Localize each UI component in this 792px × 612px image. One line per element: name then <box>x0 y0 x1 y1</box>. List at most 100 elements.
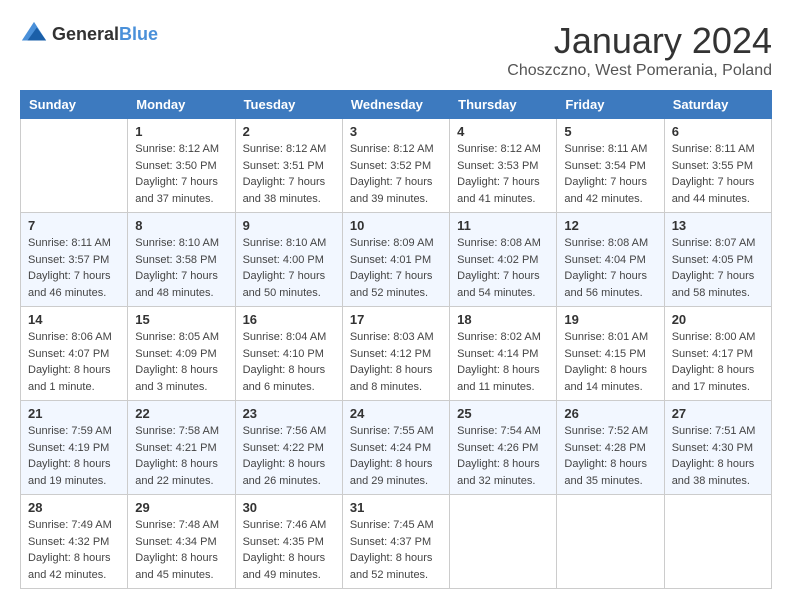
day-info: Sunrise: 8:05 AM Sunset: 4:09 PM Dayligh… <box>135 329 227 395</box>
day-info: Sunrise: 7:46 AM Sunset: 4:35 PM Dayligh… <box>243 517 335 583</box>
day-number: 21 <box>28 406 120 421</box>
calendar-cell: 14 Sunrise: 8:06 AM Sunset: 4:07 PM Dayli… <box>21 307 128 401</box>
day-info: Sunrise: 7:59 AM Sunset: 4:19 PM Dayligh… <box>28 423 120 489</box>
day-number: 17 <box>350 312 442 327</box>
calendar-cell: 25 Sunrise: 7:54 AM Sunset: 4:26 PM Dayli… <box>450 401 557 495</box>
day-number: 8 <box>135 218 227 233</box>
day-number: 26 <box>564 406 656 421</box>
calendar-cell: 27 Sunrise: 7:51 AM Sunset: 4:30 PM Dayli… <box>664 401 771 495</box>
day-number: 25 <box>457 406 549 421</box>
day-number: 30 <box>243 500 335 515</box>
day-info: Sunrise: 8:06 AM Sunset: 4:07 PM Dayligh… <box>28 329 120 395</box>
day-number: 24 <box>350 406 442 421</box>
day-number: 13 <box>672 218 764 233</box>
day-number: 4 <box>457 124 549 139</box>
calendar-cell <box>557 495 664 589</box>
day-number: 22 <box>135 406 227 421</box>
day-info: Sunrise: 8:09 AM Sunset: 4:01 PM Dayligh… <box>350 235 442 301</box>
calendar-cell: 20Sunrise: 8:00 AM Sunset: 4:17 PM Dayli… <box>664 307 771 401</box>
calendar-cell: 8 Sunrise: 8:10 AM Sunset: 3:58 PM Daylig… <box>128 213 235 307</box>
column-header-friday: Friday <box>557 91 664 119</box>
day-number: 7 <box>28 218 120 233</box>
day-number: 2 <box>243 124 335 139</box>
day-number: 9 <box>243 218 335 233</box>
day-number: 3 <box>350 124 442 139</box>
day-number: 27 <box>672 406 764 421</box>
day-number: 31 <box>350 500 442 515</box>
calendar-cell: 3 Sunrise: 8:12 AM Sunset: 3:52 PM Daylig… <box>342 119 449 213</box>
calendar-cell: 12 Sunrise: 8:08 AM Sunset: 4:04 PM Dayli… <box>557 213 664 307</box>
day-number: 5 <box>564 124 656 139</box>
calendar-week-row: 28 Sunrise: 7:49 AM Sunset: 4:32 PM Dayli… <box>21 495 772 589</box>
calendar-cell: 24 Sunrise: 7:55 AM Sunset: 4:24 PM Dayli… <box>342 401 449 495</box>
day-info: Sunrise: 7:52 AM Sunset: 4:28 PM Dayligh… <box>564 423 656 489</box>
day-number: 28 <box>28 500 120 515</box>
day-info: Sunrise: 8:00 AM Sunset: 4:17 PM Dayligh… <box>672 329 764 395</box>
page-header: GeneralBlue January 2024 Choszczno, West… <box>20 20 772 80</box>
calendar-cell: 2 Sunrise: 8:12 AM Sunset: 3:51 PM Daylig… <box>235 119 342 213</box>
calendar-week-row: 1 Sunrise: 8:12 AM Sunset: 3:50 PM Daylig… <box>21 119 772 213</box>
calendar-table: SundayMondayTuesdayWednesdayThursdayFrid… <box>20 90 772 589</box>
column-header-wednesday: Wednesday <box>342 91 449 119</box>
column-header-sunday: Sunday <box>21 91 128 119</box>
calendar-cell: 17 Sunrise: 8:03 AM Sunset: 4:12 PM Dayli… <box>342 307 449 401</box>
logo-blue: Blue <box>119 24 158 44</box>
day-info: Sunrise: 7:45 AM Sunset: 4:37 PM Dayligh… <box>350 517 442 583</box>
calendar-cell: 16 Sunrise: 8:04 AM Sunset: 4:10 PM Dayli… <box>235 307 342 401</box>
calendar-cell: 15Sunrise: 8:05 AM Sunset: 4:09 PM Dayli… <box>128 307 235 401</box>
day-info: Sunrise: 8:08 AM Sunset: 4:04 PM Dayligh… <box>564 235 656 301</box>
calendar-week-row: 21 Sunrise: 7:59 AM Sunset: 4:19 PM Dayli… <box>21 401 772 495</box>
column-header-monday: Monday <box>128 91 235 119</box>
day-info: Sunrise: 8:12 AM Sunset: 3:52 PM Dayligh… <box>350 141 442 207</box>
calendar-week-row: 14 Sunrise: 8:06 AM Sunset: 4:07 PM Dayli… <box>21 307 772 401</box>
day-info: Sunrise: 8:12 AM Sunset: 3:51 PM Dayligh… <box>243 141 335 207</box>
day-info: Sunrise: 8:08 AM Sunset: 4:02 PM Dayligh… <box>457 235 549 301</box>
logo-text: GeneralBlue <box>52 24 158 45</box>
day-number: 14 <box>28 312 120 327</box>
day-number: 16 <box>243 312 335 327</box>
calendar-cell: 7 Sunrise: 8:11 AM Sunset: 3:57 PM Daylig… <box>21 213 128 307</box>
day-info: Sunrise: 7:48 AM Sunset: 4:34 PM Dayligh… <box>135 517 227 583</box>
calendar-cell: 4Sunrise: 8:12 AM Sunset: 3:53 PM Daylig… <box>450 119 557 213</box>
day-number: 10 <box>350 218 442 233</box>
day-info: Sunrise: 7:51 AM Sunset: 4:30 PM Dayligh… <box>672 423 764 489</box>
day-info: Sunrise: 7:54 AM Sunset: 4:26 PM Dayligh… <box>457 423 549 489</box>
day-info: Sunrise: 7:58 AM Sunset: 4:21 PM Dayligh… <box>135 423 227 489</box>
calendar-cell: 23Sunrise: 7:56 AM Sunset: 4:22 PM Dayli… <box>235 401 342 495</box>
day-info: Sunrise: 8:10 AM Sunset: 3:58 PM Dayligh… <box>135 235 227 301</box>
calendar-cell: 22 Sunrise: 7:58 AM Sunset: 4:21 PM Dayli… <box>128 401 235 495</box>
calendar-cell: 19Sunrise: 8:01 AM Sunset: 4:15 PM Dayli… <box>557 307 664 401</box>
calendar-cell: 28 Sunrise: 7:49 AM Sunset: 4:32 PM Dayli… <box>21 495 128 589</box>
calendar-cell: 26 Sunrise: 7:52 AM Sunset: 4:28 PM Dayli… <box>557 401 664 495</box>
calendar-cell <box>450 495 557 589</box>
calendar-cell <box>664 495 771 589</box>
day-info: Sunrise: 8:11 AM Sunset: 3:54 PM Dayligh… <box>564 141 656 207</box>
day-info: Sunrise: 8:10 AM Sunset: 4:00 PM Dayligh… <box>243 235 335 301</box>
column-header-thursday: Thursday <box>450 91 557 119</box>
calendar-header-row: SundayMondayTuesdayWednesdayThursdayFrid… <box>21 91 772 119</box>
day-info: Sunrise: 7:49 AM Sunset: 4:32 PM Dayligh… <box>28 517 120 583</box>
calendar-cell: 6Sunrise: 8:11 AM Sunset: 3:55 PM Daylig… <box>664 119 771 213</box>
day-number: 6 <box>672 124 764 139</box>
day-info: Sunrise: 8:12 AM Sunset: 3:50 PM Dayligh… <box>135 141 227 207</box>
calendar-cell <box>21 119 128 213</box>
logo: GeneralBlue <box>20 20 158 48</box>
calendar-cell: 13 Sunrise: 8:07 AM Sunset: 4:05 PM Dayli… <box>664 213 771 307</box>
month-title: January 2024 <box>507 20 772 62</box>
logo-icon <box>20 20 48 48</box>
day-info: Sunrise: 8:07 AM Sunset: 4:05 PM Dayligh… <box>672 235 764 301</box>
day-number: 1 <box>135 124 227 139</box>
calendar-cell: 31 Sunrise: 7:45 AM Sunset: 4:37 PM Dayli… <box>342 495 449 589</box>
calendar-cell: 29Sunrise: 7:48 AM Sunset: 4:34 PM Dayli… <box>128 495 235 589</box>
column-header-saturday: Saturday <box>664 91 771 119</box>
day-number: 12 <box>564 218 656 233</box>
day-number: 19 <box>564 312 656 327</box>
day-info: Sunrise: 8:04 AM Sunset: 4:10 PM Dayligh… <box>243 329 335 395</box>
day-info: Sunrise: 8:03 AM Sunset: 4:12 PM Dayligh… <box>350 329 442 395</box>
day-info: Sunrise: 7:55 AM Sunset: 4:24 PM Dayligh… <box>350 423 442 489</box>
calendar-cell: 21 Sunrise: 7:59 AM Sunset: 4:19 PM Dayli… <box>21 401 128 495</box>
day-info: Sunrise: 8:11 AM Sunset: 3:57 PM Dayligh… <box>28 235 120 301</box>
calendar-week-row: 7 Sunrise: 8:11 AM Sunset: 3:57 PM Daylig… <box>21 213 772 307</box>
column-header-tuesday: Tuesday <box>235 91 342 119</box>
day-number: 18 <box>457 312 549 327</box>
